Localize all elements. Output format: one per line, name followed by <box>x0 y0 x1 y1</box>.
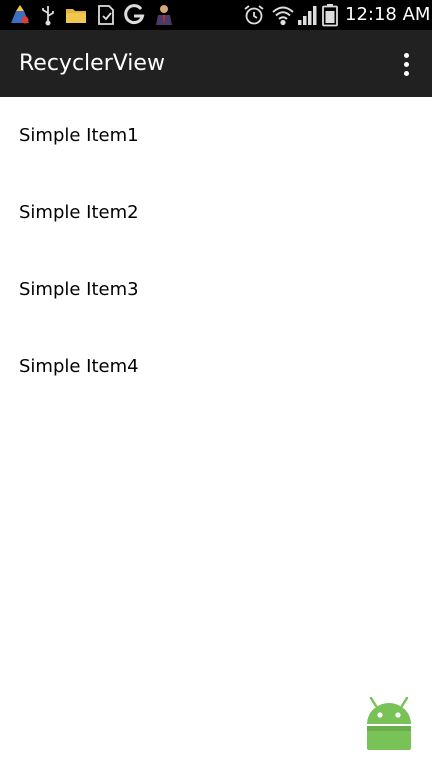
more-vert-icon-dot <box>403 61 409 67</box>
status-bar: 12:18 AM <box>0 0 432 30</box>
signal-icon <box>296 3 320 27</box>
wifi-icon <box>271 3 295 27</box>
cleaner-icon <box>8 3 32 27</box>
folder-icon <box>64 3 88 27</box>
google-icon <box>122 3 146 27</box>
more-vert-icon-dot <box>403 70 409 76</box>
alarm-icon <box>242 3 266 27</box>
app-bar: RecyclerView <box>0 30 432 97</box>
android-logo-icon <box>362 697 416 753</box>
overflow-menu-button[interactable] <box>392 48 420 80</box>
list-item-label: Simple Item2 <box>19 202 139 223</box>
download-icon <box>94 3 118 27</box>
usb-icon <box>36 3 60 27</box>
list-item-label: Simple Item4 <box>19 356 139 377</box>
list-item[interactable]: Simple Item4 <box>0 328 432 405</box>
status-time: 12:18 AM <box>345 4 431 25</box>
list-item[interactable]: Simple Item3 <box>0 251 432 328</box>
recycler-list[interactable]: Simple Item1 Simple Item2 Simple Item3 S… <box>0 97 432 405</box>
more-vert-icon <box>403 52 409 58</box>
person-icon <box>152 3 176 27</box>
battery-icon <box>318 3 342 27</box>
list-item-label: Simple Item3 <box>19 279 139 300</box>
list-item-label: Simple Item1 <box>19 125 139 146</box>
app-title: RecyclerView <box>19 51 165 76</box>
list-item[interactable]: Simple Item2 <box>0 174 432 251</box>
list-item[interactable]: Simple Item1 <box>0 97 432 174</box>
